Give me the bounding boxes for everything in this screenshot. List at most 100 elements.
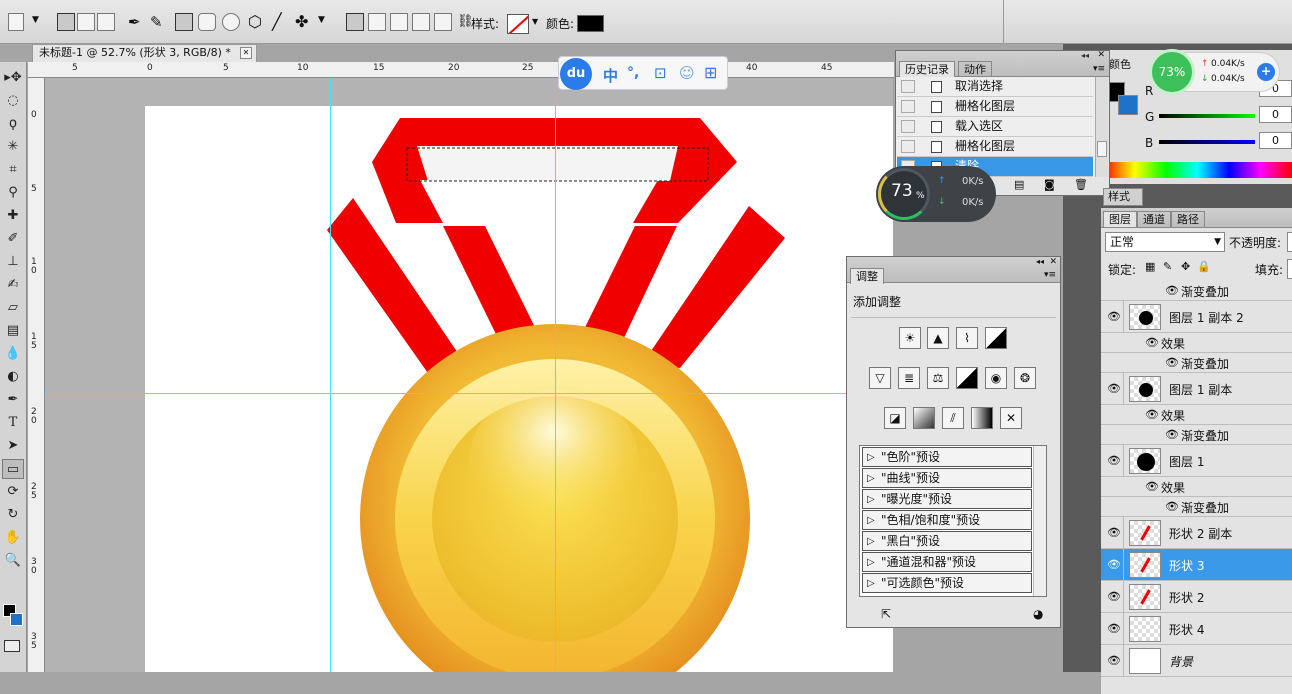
close-icon[interactable]: ✕ <box>1097 50 1105 60</box>
pen-tool-icon[interactable]: ✒ <box>2 390 24 410</box>
paths-mode-button[interactable] <box>77 13 95 31</box>
toolbox-icon[interactable]: ⊡ <box>654 64 667 82</box>
preset-item[interactable]: ▷ "色阶"预设 <box>862 447 1032 467</box>
channel-mixer-icon[interactable]: ❂ <box>1014 367 1036 389</box>
network-speed-widget[interactable]: 73 % ↑ 0K/s ↓ 0K/s <box>876 166 996 222</box>
layer-row[interactable]: 👁 形状 2 <box>1101 581 1292 613</box>
scroll-thumb[interactable] <box>1097 141 1107 157</box>
baidu-logo[interactable]: du <box>560 58 592 90</box>
eye-icon[interactable]: 👁 <box>1107 654 1121 667</box>
gradient-map-icon[interactable] <box>971 407 993 429</box>
panel-menu-icon[interactable]: ▾≡ <box>1044 270 1056 280</box>
fill-pixels-mode-button[interactable] <box>97 13 115 31</box>
layer-effects-row[interactable]: 👁 效果 <box>1101 333 1292 353</box>
history-checkbox[interactable] <box>901 100 915 113</box>
color-balance-icon[interactable]: ⚖ <box>927 367 949 389</box>
clone-stamp-icon[interactable]: ⊥ <box>2 252 24 272</box>
guide-line[interactable] <box>330 78 331 672</box>
threshold-icon[interactable]: ⫽ <box>942 407 964 429</box>
line-icon[interactable]: ╱ <box>272 12 282 31</box>
preset-scrollbar[interactable] <box>1033 446 1046 596</box>
expand-icon[interactable]: ▷ <box>867 448 875 467</box>
ime-punct-toggle[interactable]: °, <box>627 65 639 81</box>
collapse-icon[interactable]: ◂◂ <box>1036 257 1044 266</box>
hue-saturation-icon[interactable]: ≣ <box>898 367 920 389</box>
view-icon[interactable]: ◕ <box>1033 607 1043 621</box>
new-layer-combine-button[interactable] <box>346 13 364 31</box>
close-icon[interactable]: ✕ <box>240 47 252 59</box>
dodge-tool-icon[interactable]: ◐ <box>2 367 24 387</box>
add-icon[interactable]: + <box>1257 63 1275 81</box>
guide-line[interactable] <box>45 393 893 394</box>
expand-icon[interactable]: ▷ <box>867 574 875 593</box>
eye-icon[interactable]: 👁 <box>1145 480 1159 493</box>
return-icon[interactable]: ⇱ <box>881 607 891 621</box>
chevron-down-icon[interactable]: ▼ <box>32 15 39 25</box>
history-checkbox[interactable] <box>901 140 915 153</box>
panel-menu-icon[interactable]: ▾≡ <box>1093 64 1105 74</box>
preset-item[interactable]: ▷ "曝光度"预设 <box>862 489 1032 509</box>
preset-item[interactable]: ▷ "通道混和器"预设 <box>862 552 1032 572</box>
spectrum-bar[interactable] <box>1103 162 1292 178</box>
expand-icon[interactable]: ▷ <box>867 553 875 572</box>
user-icon[interactable]: ☺ <box>679 64 695 82</box>
grid-menu-icon[interactable]: ⊞ <box>704 63 717 82</box>
preset-item[interactable]: ▷ "黑白"预设 <box>862 531 1032 551</box>
eye-icon[interactable]: 👁 <box>1165 500 1179 513</box>
freeform-pen-icon[interactable]: ✎ <box>150 13 163 31</box>
tab-adjustments[interactable]: 调整 <box>850 268 884 284</box>
history-brush-icon[interactable]: ✍ <box>2 275 24 295</box>
add-area-button[interactable] <box>368 13 386 31</box>
snapshot-icon[interactable]: ◙ <box>1044 178 1055 191</box>
ime-toolbar[interactable]: du 中 °, ⊡ ☺ ⊞ <box>558 56 728 90</box>
eraser-icon[interactable]: ▱ <box>2 298 24 318</box>
tab-actions[interactable]: 动作 <box>958 61 992 77</box>
3d-orbit-icon[interactable]: ↻ <box>2 505 24 525</box>
background-color-swatch[interactable] <box>10 613 23 626</box>
fill-input[interactable] <box>1287 259 1292 279</box>
document-tab[interactable]: 未标题-1 @ 52.7% (形状 3, RGB/8) * ✕ <box>32 44 257 62</box>
eye-icon[interactable]: 👁 <box>1107 622 1121 635</box>
eye-icon[interactable]: 👁 <box>1145 408 1159 421</box>
magic-wand-icon[interactable]: ✳ <box>2 137 24 157</box>
guide-line[interactable] <box>555 78 556 672</box>
curves-icon[interactable]: ⌇ <box>956 327 978 349</box>
history-item[interactable]: 载入选区 <box>897 117 1093 137</box>
selective-color-icon[interactable]: ✕ <box>1000 407 1022 429</box>
channel-slider-b[interactable] <box>1159 140 1255 144</box>
custom-shape-icon[interactable]: ✤ <box>295 12 308 31</box>
layer-row[interactable]: 👁 背景 <box>1101 645 1292 677</box>
healing-brush-icon[interactable]: ✚ <box>2 206 24 226</box>
tab-layers[interactable]: 图层 <box>1103 211 1137 227</box>
style-swatch[interactable] <box>507 14 529 34</box>
new-document-from-state-icon[interactable]: ▤ <box>1014 178 1024 191</box>
color-swatch[interactable] <box>577 15 604 32</box>
expand-icon[interactable]: ▷ <box>867 490 875 509</box>
eyedropper-icon[interactable]: ⚲ <box>2 183 24 203</box>
quick-mask-icon[interactable] <box>4 640 20 652</box>
network-monitor-widget[interactable]: 73% ↑ 0.04K/s ↓ 0.04K/s + <box>1149 49 1280 95</box>
crop-tool-icon[interactable]: ⌗ <box>2 160 24 180</box>
vibrance-icon[interactable]: ▽ <box>869 367 891 389</box>
brush-tool-icon[interactable]: ✐ <box>2 229 24 249</box>
eye-icon[interactable]: 👁 <box>1107 590 1121 603</box>
rounded-rectangle-button[interactable] <box>198 13 216 31</box>
layer-effects-row[interactable]: 👁 效果 <box>1101 405 1292 425</box>
gradient-tool-icon[interactable]: ▤ <box>2 321 24 341</box>
subtract-area-button[interactable] <box>390 13 408 31</box>
history-item[interactable]: 栅格化图层 <box>897 97 1093 117</box>
move-tool-icon[interactable]: ▸✥ <box>2 68 24 88</box>
color-tab[interactable]: 颜色 <box>1109 56 1131 72</box>
expand-icon[interactable]: ▷ <box>867 532 875 551</box>
history-item[interactable]: 取消选择 <box>897 77 1093 97</box>
preset-item[interactable]: ▷ "曲线"预设 <box>862 468 1032 488</box>
collapse-icon[interactable]: ◂◂ <box>1081 51 1089 60</box>
tool-preset-picker[interactable] <box>8 13 24 31</box>
hand-tool-icon[interactable]: ✋ <box>2 528 24 548</box>
exposure-icon[interactable] <box>985 327 1007 349</box>
eye-icon[interactable]: 👁 <box>1107 310 1121 323</box>
tab-styles[interactable]: 样式 <box>1103 188 1143 206</box>
intersect-area-button[interactable] <box>412 13 430 31</box>
history-checkbox[interactable] <box>901 80 915 93</box>
expand-icon[interactable]: ▷ <box>867 511 875 530</box>
